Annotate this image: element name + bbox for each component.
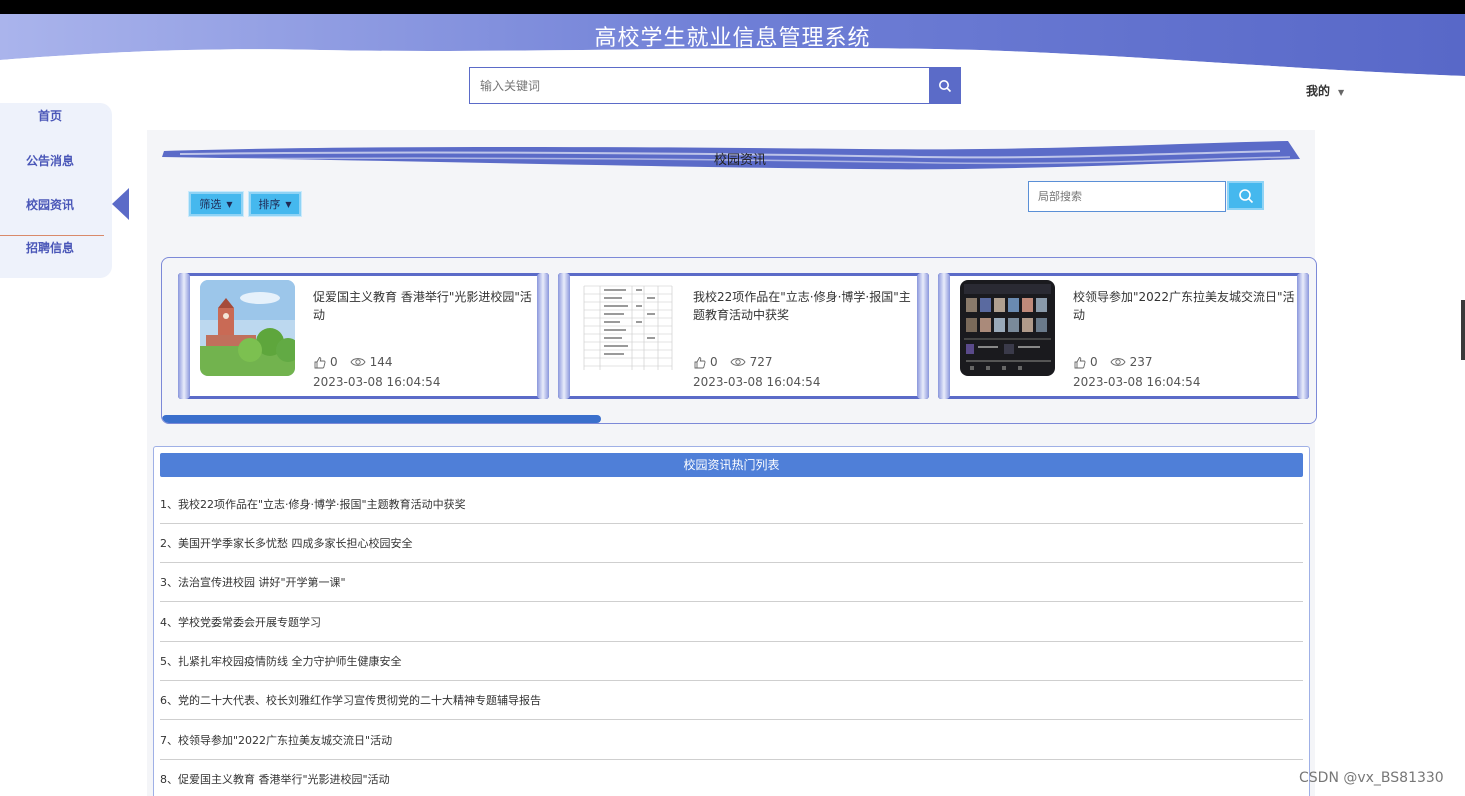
news-title: 促爱国主义教育 香港举行"光影进校园"活动 [313, 290, 532, 322]
sort-label: 排序 [258, 198, 281, 211]
list-item[interactable]: 8、促爱国主义教育 香港举行"光影进校园"活动 [160, 760, 1303, 796]
list-item[interactable]: 5、扎紧扎牢校园疫情防线 全力守护师生健康安全 [160, 642, 1303, 681]
user-menu-label: 我的 [1306, 84, 1331, 98]
global-search [469, 67, 961, 104]
search-icon [1238, 188, 1253, 203]
thumbs-up-icon [1074, 356, 1086, 368]
list-item[interactable]: 1、我校22项作品在"立志·修身·博学·报国"主题教育活动中获奖 [160, 485, 1303, 524]
news-title: 我校22项作品在"立志·修身·博学·报国"主题教育活动中获奖 [693, 290, 911, 322]
news-carousel: 促爱国主义教育 香港举行"光影进校园"活动 0 144 2023-03-08 1… [161, 257, 1317, 424]
active-indicator-arrow [112, 188, 129, 220]
section-title-banner: 校园资讯 [160, 137, 1305, 177]
news-date: 2023-03-08 16:04:54 [693, 375, 821, 389]
news-date: 2023-03-08 16:04:54 [1073, 375, 1201, 389]
sidebar-item-recruitment[interactable]: 招聘信息 [0, 239, 100, 256]
window-top-bar [0, 0, 1465, 14]
news-thumbnail-event-screen [960, 280, 1055, 376]
like-count: 0 [710, 355, 718, 369]
thumbs-up-icon [314, 356, 326, 368]
window-edge [1461, 300, 1465, 360]
caret-down-icon: ▼ [226, 199, 233, 209]
sidebar-item-campus-news[interactable]: 校园资讯 [0, 196, 100, 213]
site-title: 高校学生就业信息管理系统 [594, 26, 871, 51]
local-search-button[interactable] [1227, 181, 1264, 210]
hot-list-header: 校园资讯热门列表 [160, 453, 1303, 477]
news-card[interactable]: 我校22项作品在"立志·修身·博学·报国"主题教育活动中获奖 0 727 202… [558, 273, 929, 399]
scroll-roller-decoration [558, 273, 570, 399]
search-icon [938, 79, 951, 92]
list-item[interactable]: 6、党的二十大代表、校长刘雅红作学习宣传贯彻党的二十大精神专题辅导报告 [160, 681, 1303, 720]
eye-icon [730, 358, 746, 366]
news-stats: 0 727 [693, 355, 773, 369]
view-count: 144 [369, 355, 393, 369]
user-menu[interactable]: 我的 ▼ [1306, 82, 1344, 99]
news-stats: 0 144 [313, 355, 393, 369]
search-button[interactable] [929, 68, 960, 103]
thumbs-up-icon [694, 356, 706, 368]
list-item[interactable]: 7、校领导参加"2022广东拉美友城交流日"活动 [160, 721, 1303, 760]
news-card[interactable]: 促爱国主义教育 香港举行"光影进校园"活动 0 144 2023-03-08 1… [178, 273, 549, 399]
like-count: 0 [1090, 355, 1098, 369]
news-title: 校领导参加"2022广东拉美友城交流日"活动 [1073, 290, 1295, 322]
list-item[interactable]: 3、法治宣传进校园 讲好"开学第一课" [160, 563, 1303, 602]
news-stats: 0 237 [1073, 355, 1153, 369]
list-item[interactable]: 4、学校党委常委会开展专题学习 [160, 603, 1303, 642]
sidebar-divider [0, 235, 104, 236]
view-count: 237 [1129, 355, 1153, 369]
local-search-input[interactable] [1028, 181, 1226, 212]
view-count: 727 [749, 355, 773, 369]
sidebar: 首页 公告消息 校园资讯 招聘信息 [0, 103, 112, 278]
news-card[interactable]: 校领导参加"2022广东拉美友城交流日"活动 0 237 2023-03-08 … [938, 273, 1309, 399]
sidebar-item-notices[interactable]: 公告消息 [0, 152, 100, 169]
eye-icon [350, 358, 366, 366]
news-thumbnail-document-table [580, 280, 675, 376]
eye-icon [1110, 358, 1126, 366]
carousel-scrollbar-thumb[interactable] [162, 415, 601, 423]
filter-button[interactable]: 筛选 ▼ [189, 192, 243, 216]
hot-news-list: 校园资讯热门列表 1、我校22项作品在"立志·修身·博学·报国"主题教育活动中获… [153, 446, 1310, 796]
caret-down-icon: ▼ [1338, 88, 1345, 97]
filter-label: 筛选 [199, 198, 222, 211]
news-date: 2023-03-08 16:04:54 [313, 375, 441, 389]
scroll-roller-decoration [178, 273, 190, 399]
like-count: 0 [330, 355, 338, 369]
sort-button[interactable]: 排序 ▼ [249, 192, 301, 216]
caret-down-icon: ▼ [285, 199, 292, 209]
search-input[interactable] [470, 68, 930, 103]
scroll-roller-decoration [938, 273, 950, 399]
news-thumbnail-campus-building [200, 280, 295, 376]
local-search [1028, 181, 1264, 212]
section-title: 校园资讯 [713, 153, 766, 168]
watermark-text: CSDN @vx_BS81330 [1299, 770, 1444, 786]
list-item[interactable]: 2、美国开学季家长多忧愁 四成多家长担心校园安全 [160, 524, 1303, 563]
sidebar-item-home[interactable]: 首页 [0, 107, 100, 124]
